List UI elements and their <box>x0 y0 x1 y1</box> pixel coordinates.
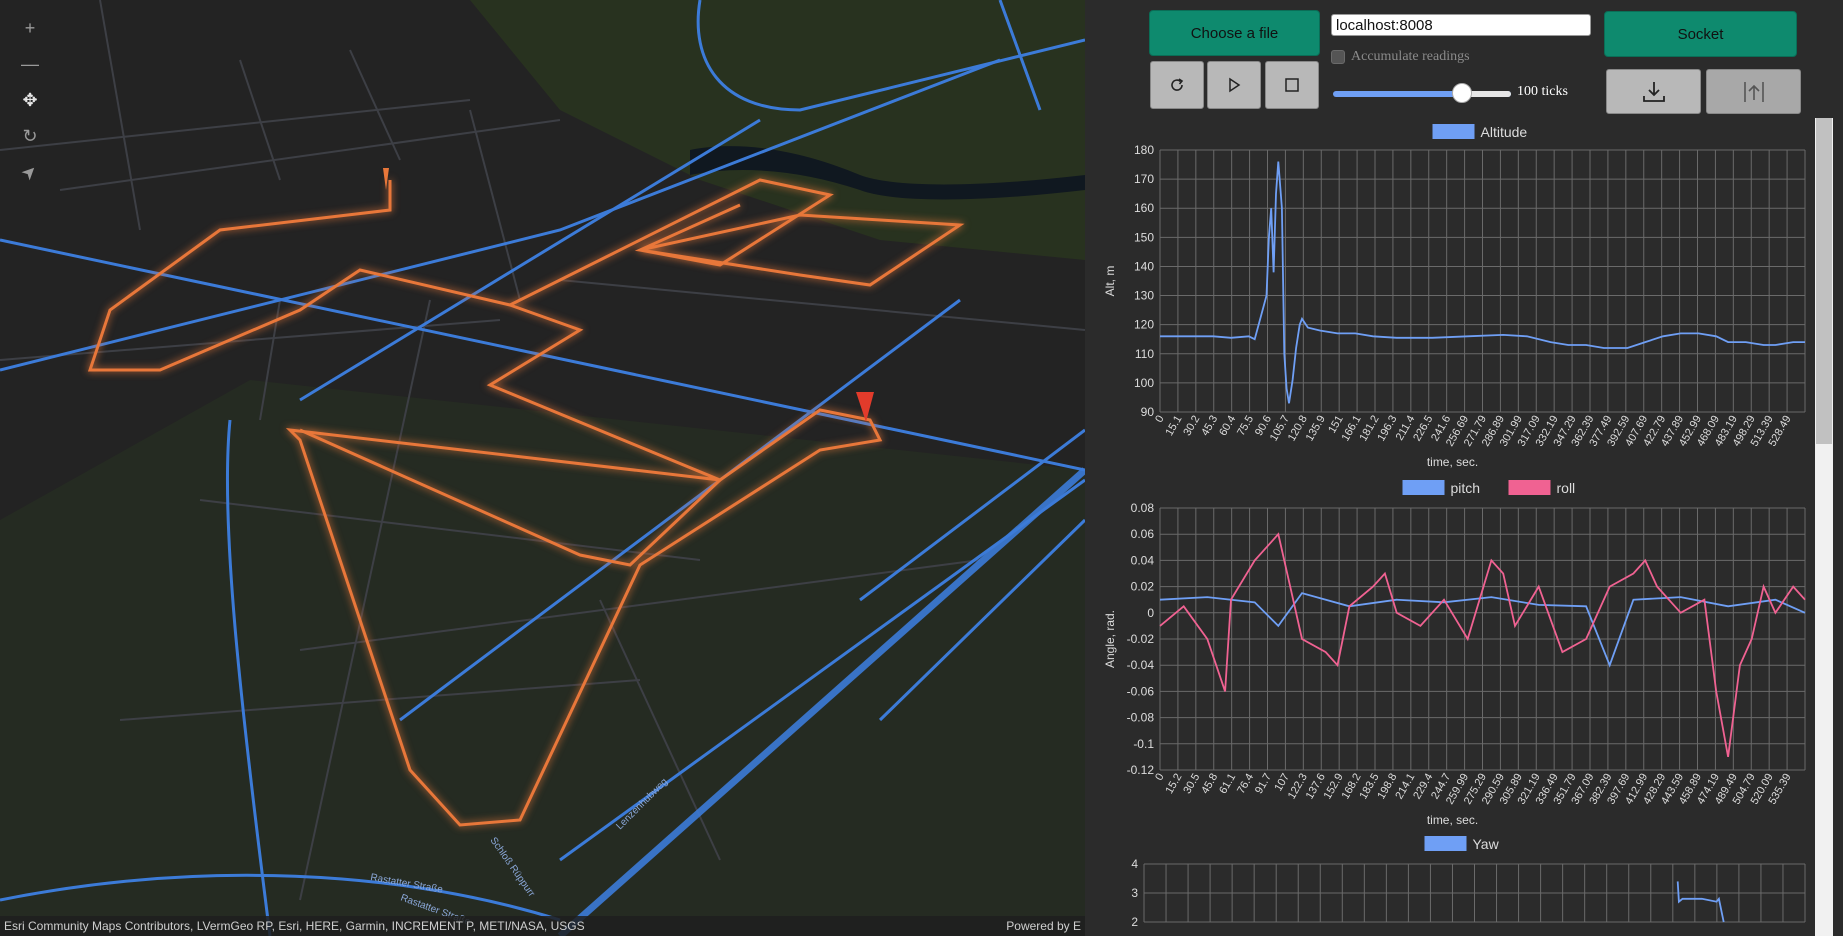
refresh-icon <box>1171 78 1184 91</box>
speed-slider-thumb[interactable] <box>1452 83 1472 103</box>
yaw-chart-svg: Yaw 2 3 4 <box>1131 836 1806 929</box>
y-tick-label: 100 <box>1134 376 1154 390</box>
zoom-in-button[interactable]: + <box>12 10 48 46</box>
chart-grid <box>1143 863 1806 923</box>
legend-label: pitch <box>1451 480 1481 496</box>
pan-button[interactable]: ✥ <box>12 82 48 118</box>
panel-scrollbar-thumb[interactable] <box>1816 118 1832 444</box>
y-tick-label: 0.08 <box>1131 501 1155 515</box>
legend-swatch <box>1432 124 1475 139</box>
y-tick-label: 0.06 <box>1131 527 1155 541</box>
x-axis-label: time, sec. <box>1427 455 1478 469</box>
yaw-chart: Yaw 2 3 4 <box>1100 830 1812 936</box>
altitude-chart-svg: Altitude 90 100 110 120 130 140 150 160 170 180 015… <box>1103 124 1806 469</box>
stop-button[interactable] <box>1265 61 1319 109</box>
y-tick-label: 0 <box>1147 606 1154 620</box>
y-tick-label: 120 <box>1134 318 1154 332</box>
y-tick-label: 4 <box>1131 857 1138 871</box>
compass-icon: ➤ <box>17 159 43 185</box>
attribution-text: Esri Community Maps Contributors, LVermG… <box>4 919 585 933</box>
rotate-icon: ↻ <box>22 125 38 146</box>
y-tick-label: -0.06 <box>1127 684 1155 698</box>
legend-label: roll <box>1557 480 1576 496</box>
play-icon <box>1229 77 1241 93</box>
x-tick-label: 60.4 <box>1217 414 1238 439</box>
x-tick-label: 135.9 <box>1304 414 1328 444</box>
map-toolbar: + — ✥ ↻ ➤ <box>12 10 48 190</box>
socket-url-input[interactable] <box>1331 14 1591 36</box>
y-tick-label: 90 <box>1141 405 1155 419</box>
x-tick-label: 45.8 <box>1199 772 1220 797</box>
map-canvas[interactable]: Rastatter Straße Rastatter Straße Schloß… <box>0 0 1085 936</box>
x-tick-label: 75.5 <box>1235 414 1256 439</box>
chart-grid <box>1159 149 1806 413</box>
accumulate-label: Accumulate readings <box>1351 49 1470 64</box>
x-tick-label: 0 <box>1153 772 1166 783</box>
y-tick-label: 130 <box>1134 289 1154 303</box>
y-tick-label: -0.02 <box>1127 632 1155 646</box>
y-tick-label: -0.04 <box>1127 658 1155 672</box>
legend-swatch <box>1424 836 1467 851</box>
map-attribution: Esri Community Maps Contributors, LVermG… <box>0 916 1085 936</box>
compass-button[interactable]: ➤ <box>12 154 48 190</box>
upload-button[interactable] <box>1706 69 1801 114</box>
reload-button[interactable] <box>1150 61 1204 109</box>
x-tick-label: 15.1 <box>1163 414 1184 439</box>
start-marker[interactable] <box>383 168 389 190</box>
legend-swatch <box>1402 480 1445 495</box>
x-tick-label: 30.2 <box>1181 414 1202 439</box>
choose-file-button[interactable]: Choose a file <box>1149 10 1320 56</box>
download-icon <box>1642 81 1665 102</box>
chart-grid <box>1159 507 1806 771</box>
y-tick-label: 150 <box>1134 230 1154 244</box>
checkbox-box[interactable] <box>1331 50 1345 64</box>
zoom-out-button[interactable]: — <box>12 46 48 82</box>
y-tick-label: 0.02 <box>1131 580 1155 594</box>
accumulate-checkbox[interactable]: Accumulate readings <box>1331 49 1470 65</box>
download-button[interactable] <box>1606 69 1701 114</box>
upload-icon <box>1743 81 1764 102</box>
x-tick-label: 76.4 <box>1235 772 1256 797</box>
legend-swatch <box>1508 480 1551 495</box>
y-tick-label: 160 <box>1134 201 1154 215</box>
y-tick-label: -0.08 <box>1127 711 1155 725</box>
x-tick-label: 30.5 <box>1181 772 1202 797</box>
map-view[interactable]: Rastatter Straße Rastatter Straße Schloß… <box>0 0 1085 936</box>
powered-by-link[interactable]: Powered by E <box>1006 916 1081 936</box>
attitude-chart-svg: pitch roll -0.12 -0.1 -0.08 -0.06 -0.04 -0.02 0 0… <box>1103 480 1806 827</box>
attitude-chart: pitch roll -0.12 -0.1 -0.08 -0.06 -0.04 -0.02 0 0… <box>1100 474 1812 835</box>
y-tick-label: -0.12 <box>1127 763 1155 777</box>
pan-icon: ✥ <box>22 89 38 110</box>
x-axis-label: time, sec. <box>1427 813 1478 827</box>
ticks-label: 100 ticks <box>1517 84 1568 99</box>
plus-icon: + <box>24 17 36 38</box>
y-tick-label: 0.04 <box>1131 553 1155 567</box>
altitude-chart: Altitude 90 100 110 120 130 140 150 160 170 180 0 15… <box>1100 118 1812 479</box>
socket-button[interactable]: Socket <box>1604 11 1797 57</box>
x-tick-label: 91.7 <box>1253 772 1274 797</box>
x-tick-label: 0 <box>1153 414 1166 425</box>
y-tick-label: 110 <box>1135 347 1154 361</box>
play-button[interactable] <box>1207 61 1261 109</box>
y-tick-label: 3 <box>1131 886 1138 900</box>
x-tick-label: 15.2 <box>1163 772 1184 797</box>
x-tick-label: 61.1 <box>1217 772 1238 797</box>
y-tick-label: 140 <box>1134 259 1154 273</box>
x-tick-label: 45.3 <box>1199 414 1220 439</box>
y-tick-label: 170 <box>1134 172 1154 186</box>
rotate-button[interactable]: ↻ <box>12 118 48 154</box>
minus-icon: — <box>21 53 39 74</box>
y-axis-label: Alt, m <box>1103 266 1117 297</box>
stop-icon <box>1285 78 1299 92</box>
y-tick-label: 180 <box>1134 143 1154 157</box>
park-area <box>0 380 1085 936</box>
legend-label: Yaw <box>1473 836 1500 852</box>
y-axis-label: Angle, rad. <box>1103 610 1117 668</box>
y-tick-label: -0.1 <box>1133 737 1154 751</box>
y-tick-label: 2 <box>1131 915 1138 929</box>
legend-label: Altitude <box>1481 124 1528 140</box>
